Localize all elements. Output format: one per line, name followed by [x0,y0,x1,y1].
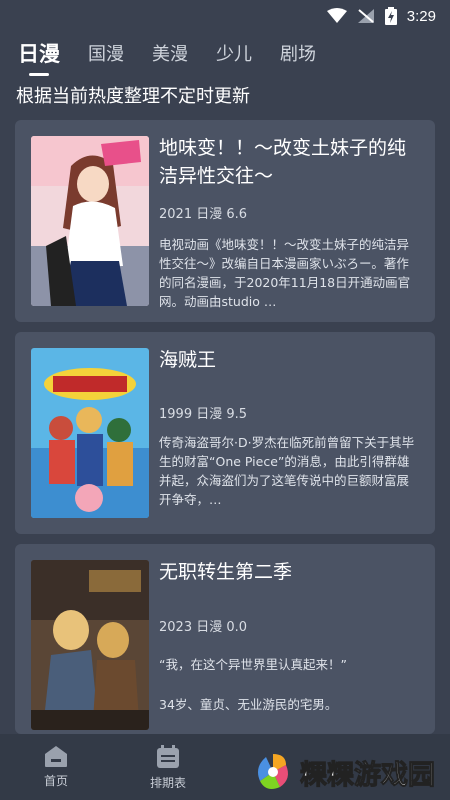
watermark: 粿粿游戏园 [252,746,448,798]
status-bar: 3:29 [0,0,450,32]
wifi-icon [326,8,347,23]
calendar-icon [157,745,179,768]
category-tabs: 日漫 国漫 美漫 少儿 剧场 [0,34,450,78]
anime-title: 海贼王 [159,349,217,371]
nav-schedule[interactable]: 排期表 [112,734,224,800]
tab-theater[interactable]: 剧场 [280,34,316,78]
watermark-text: 粿粿游戏园 [300,759,436,791]
anime-card[interactable]: 海贼王 1999 日漫 9.5 传奇海盗哥尔·D·罗杰在临死前曾留下关于其毕生的… [15,332,435,534]
anime-poster [31,560,149,730]
nav-schedule-label: 排期表 [149,776,186,790]
section-subtitle: 根据当前热度整理不定时更新 [16,86,250,107]
anime-title: 地味变！！～改变土妹子的纯洁异性交往～ [159,137,407,187]
status-time: 3:29 [406,7,436,25]
anime-meta: 2021 日漫 6.6 [159,207,248,222]
tab-american[interactable]: 美漫 [152,34,188,78]
tab-kids[interactable]: 少儿 [216,34,252,78]
anime-description: 电视动画《地味变！！～改变土妹子的纯洁异性交往～》改编自日本漫画家いぶろー。著作… [159,237,411,309]
tab-chinese[interactable]: 国漫 [88,34,124,78]
anime-description: “我，在这个异世界里认真起来！” [159,657,347,672]
anime-meta: 1999 日漫 9.5 [159,407,248,422]
battery-charging-icon [384,7,397,25]
nav-home-label: 首页 [43,774,68,788]
anime-description: 传奇海盗哥尔·D·罗杰在临死前曾留下关于其毕生的财富“One Piece”的消息… [159,435,415,507]
watermark-logo-icon [258,754,288,789]
anime-poster [31,348,149,518]
anime-title: 无职转生第二季 [159,561,293,583]
nav-home[interactable]: 首页 [0,734,112,800]
anime-meta: 2023 日漫 0.0 [159,620,248,635]
anime-poster [31,136,149,306]
anime-description-line: 34岁、童贞、无业游民的宅男。 [159,697,338,712]
tab-japanese[interactable]: 日漫 [18,34,60,78]
anime-card[interactable]: 地味变！！～改变土妹子的纯洁异性交往～ 2021 日漫 6.6 电视动画《地味变… [15,120,435,322]
home-icon [45,746,67,767]
anime-card[interactable]: 无职转生第二季 2023 日漫 0.0 “我，在这个异世界里认真起来！” 34岁… [15,544,435,734]
no-signal-icon [357,9,374,23]
